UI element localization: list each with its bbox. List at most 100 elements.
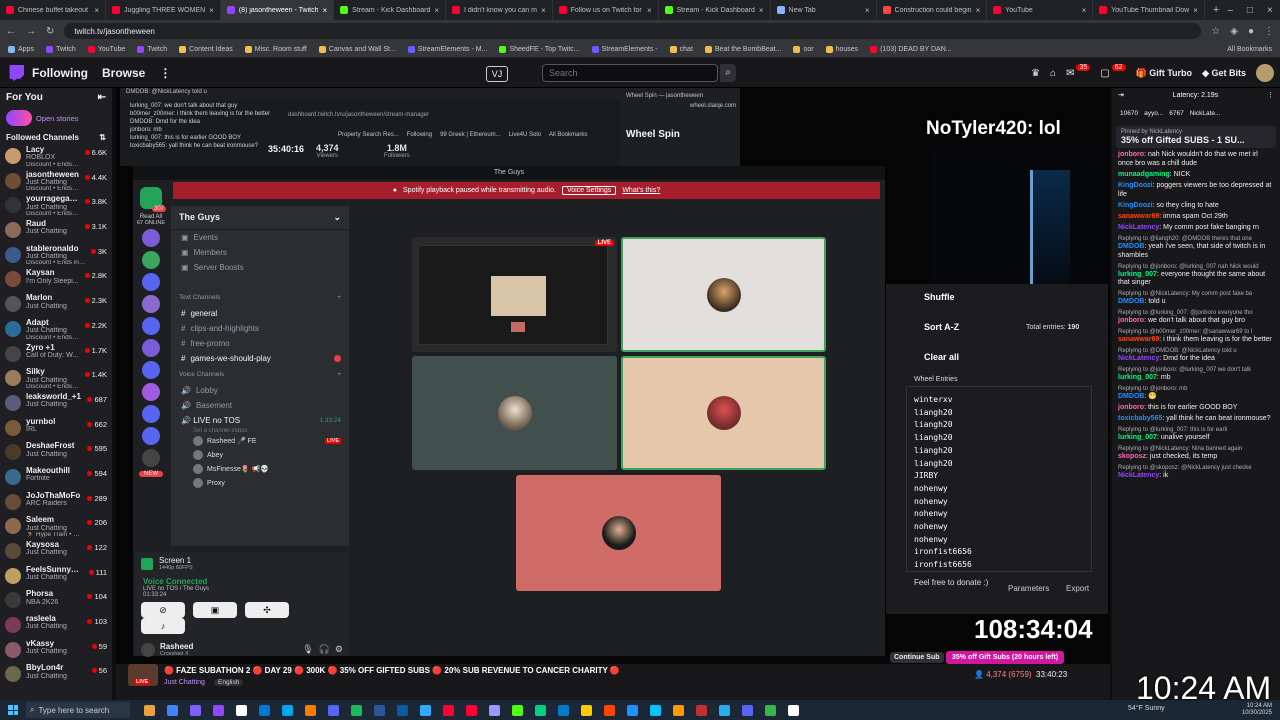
pinned-message[interactable]: Pinned by NickLatency 35% off Gifted SUB… [1116, 126, 1276, 148]
prime-icon[interactable]: ⌂ [1050, 68, 1056, 79]
nav-browse[interactable]: Browse [102, 66, 145, 80]
server-icon[interactable] [142, 339, 160, 357]
sort-icon[interactable]: ⇅ [99, 133, 106, 142]
chat-message[interactable]: DMDOB: yeah i've seen, that side of twit… [1112, 242, 1280, 262]
shuffle-button[interactable]: Shuffle [924, 292, 955, 302]
server-icon[interactable] [142, 405, 160, 423]
tab-close-icon[interactable]: × [434, 6, 439, 15]
browser-tab[interactable]: Stream - Kick Dashboard × [659, 0, 771, 20]
soundboard-button[interactable]: ♪ [141, 618, 185, 634]
taskbar-app-icon[interactable] [696, 704, 707, 716]
chat-username[interactable]: sanawwar69 [1118, 336, 1159, 343]
followed-channel-item[interactable]: Zyro +1 Call of Duty: W... 1.7K [0, 344, 112, 369]
extensions-icon[interactable]: ◈ [1230, 26, 1238, 37]
taskbar-app-icon[interactable] [167, 704, 178, 716]
taskbar-app-icon[interactable] [558, 704, 569, 716]
taskbar-app-icon[interactable] [788, 704, 799, 716]
camera-off-button[interactable]: ⊘ [141, 602, 185, 618]
browser-tab[interactable]: New Tab × [771, 0, 877, 20]
crown-icon[interactable]: ♛ [1031, 68, 1040, 79]
add-voice-channel-icon[interactable]: + [337, 371, 341, 378]
chat-username[interactable]: toxicbaby565 [1118, 415, 1162, 422]
followed-channel-item[interactable]: stableronaldo Just Chatting Discount • End… [0, 245, 112, 270]
chat-message[interactable]: lurking_007: everyone thought the same a… [1112, 270, 1280, 290]
followed-channel-item[interactable]: Phorsa NBA 2K26 104 [0, 590, 112, 615]
tab-close-icon[interactable]: × [209, 6, 214, 15]
followed-channel-item[interactable]: vKassy Just Chatting 59 [0, 640, 112, 665]
vj-extension-button[interactable]: VJ [486, 66, 508, 82]
taskbar-app-icon[interactable] [305, 704, 316, 716]
nav-following[interactable]: Following [32, 66, 88, 80]
chat-username[interactable]: skoposz [1118, 453, 1146, 460]
followed-channel-item[interactable]: Makeouthill Fortnite 594 [0, 467, 112, 492]
chat-username[interactable]: lurking_007 [1118, 374, 1157, 381]
chat-message[interactable]: sanawwar69: imma spam Oct 29th [1112, 212, 1280, 223]
browser-tab[interactable]: Juggling THREE WOMEN × [106, 0, 221, 20]
chat-username[interactable]: sanawwar69 [1118, 213, 1159, 220]
stream-preview-tile[interactable]: LIVE [412, 237, 617, 352]
browser-tab[interactable]: YouTube Thumbnail Dow × [1093, 0, 1205, 20]
screen-share-button[interactable]: ▣ [193, 602, 237, 618]
chat-username[interactable]: lurking_007 [1118, 434, 1157, 441]
voice-channel[interactable]: 🔊 Basement [171, 398, 349, 413]
text-channel[interactable]: # general [171, 306, 349, 321]
maximize-icon[interactable]: □ [1247, 5, 1253, 16]
bookmark-item[interactable]: Content Ideas [179, 46, 233, 53]
followed-channel-item[interactable]: AdaptJust ChattingDiscount • Ends in 8h 2… [0, 319, 112, 344]
taskbar-app-icon[interactable] [236, 704, 247, 716]
user-avatar-icon[interactable] [141, 642, 155, 657]
bookmark-item[interactable]: Twitch [137, 46, 167, 53]
mic-icon[interactable]: 🎙 [302, 644, 313, 655]
bookmark-item[interactable]: oor [793, 46, 814, 53]
gift-turbo-button[interactable]: 🎁 Gift Turbo [1136, 68, 1193, 79]
server-menu-item[interactable]: ▣ Members [171, 245, 349, 260]
voice-channel[interactable]: 🔊 Lobby [171, 383, 349, 398]
nav-more-icon[interactable]: ⋮ [159, 66, 171, 80]
chat-message[interactable]: jonboro: we don't talk about that guy br… [1112, 316, 1280, 327]
chat-username[interactable]: DMDOB [1118, 298, 1144, 305]
export-button[interactable]: Export [1066, 584, 1089, 593]
chat-message[interactable]: sanawwar69: i think them leaving is for … [1112, 335, 1280, 346]
language-tag[interactable]: English [214, 679, 244, 686]
chat-message[interactable]: KingDoozi: so they cling to hate [1112, 201, 1280, 212]
taskbar-app-icon[interactable] [673, 704, 684, 716]
bookmark-item[interactable]: Beat the BombBeat... [704, 46, 781, 53]
windows-start-icon[interactable] [8, 705, 18, 715]
get-bits-button[interactable]: ◆ Get Bits [1202, 68, 1246, 79]
add-channel-icon[interactable]: + [337, 294, 341, 301]
call-tile[interactable] [621, 237, 826, 352]
taskbar-app-icon[interactable] [489, 704, 500, 716]
tab-close-icon[interactable]: × [759, 6, 764, 15]
collapse-chat-icon[interactable]: ⇥ [1118, 91, 1124, 99]
chat-message[interactable]: skoposz: just checked, its temp [1112, 452, 1280, 463]
followed-channel-item[interactable]: yourragegamingJust ChattingDiscount • En… [0, 195, 112, 220]
taskbar-app-icon[interactable] [742, 704, 753, 716]
browser-tab[interactable]: Stream - Kick Dashboard × [334, 0, 447, 20]
followed-channel-item[interactable]: leaksworld_+1 Just Chatting 687 [0, 393, 112, 418]
text-channel[interactable]: # games-we-should-play [171, 351, 349, 366]
chat-username[interactable]: NickLatency [1118, 355, 1159, 362]
all-bookmarks-item[interactable]: All Bookmarks [1227, 46, 1272, 53]
server-icon[interactable] [142, 273, 160, 291]
server-name-header[interactable]: The Guys ⌄ [171, 206, 349, 230]
parameters-button[interactable]: Parameters [1008, 584, 1049, 593]
followed-channel-item[interactable]: yurnbol IRL 662 [0, 418, 112, 443]
twitch-logo-icon[interactable] [9, 64, 24, 81]
browser-tab[interactable]: Follow us on Twitch for × [553, 0, 659, 20]
taskbar-app-icon[interactable] [765, 704, 776, 716]
bookmark-item[interactable]: houses [825, 46, 858, 53]
followed-channel-item[interactable]: BbyLon4r Just Chatting 56 [0, 664, 112, 689]
reload-icon[interactable]: ↻ [46, 26, 54, 37]
chat-username[interactable]: DMDOB [1118, 393, 1144, 400]
call-tile[interactable] [412, 356, 617, 470]
chat-message[interactable]: toxicbaby565: yall think he can beat iro… [1112, 414, 1280, 425]
followed-channel-item[interactable]: jasontheween Just Chatting Discount • Ends… [0, 171, 112, 196]
server-icon[interactable] [142, 295, 160, 313]
chat-message[interactable]: jonboro: this is for earlier GOOD BOY [1112, 403, 1280, 414]
browser-tab[interactable]: (8) jasontheween - Twitch × [220, 0, 335, 20]
server-menu-item[interactable]: ▣ Events [171, 230, 349, 245]
taskbar-app-icon[interactable] [144, 704, 155, 716]
chat-username[interactable]: jonboro [1118, 317, 1144, 324]
chat-message[interactable]: NickLatency: ik [1112, 471, 1280, 482]
user-avatar[interactable] [1256, 64, 1274, 82]
